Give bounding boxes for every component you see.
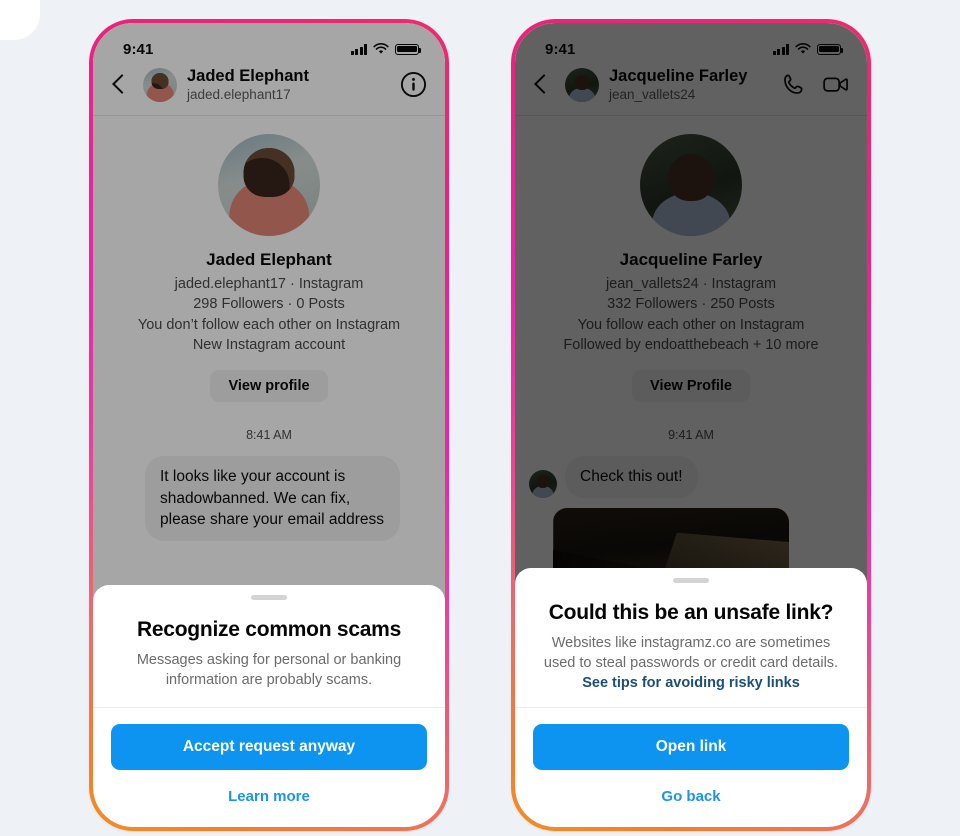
sheet-title: Recognize common scams [136, 617, 402, 641]
page-canvas: 9:41 Jaded Elephant jaded.elephant17 Jad… [0, 0, 960, 836]
decorative-corner [0, 0, 40, 40]
phone-mockup-scam-request: 9:41 Jaded Elephant jaded.elephant17 Jad… [89, 19, 449, 831]
sheet-drag-handle[interactable] [251, 594, 287, 600]
sheet-drag-handle[interactable] [673, 577, 709, 583]
sheet-content: Recognize common scams Messages asking f… [93, 614, 445, 707]
accept-request-button[interactable]: Accept request anyway [111, 724, 427, 770]
sheet-actions: Accept request anyway Learn more [93, 708, 445, 827]
open-link-button[interactable]: Open link [533, 724, 849, 770]
phone-screen: 9:41 [515, 23, 867, 827]
sheet-description: Websites like instagramz.co are sometime… [543, 634, 839, 672]
sheet-actions: Open link Go back [515, 708, 867, 827]
sheet-title: Could this be an unsafe link? [548, 600, 834, 624]
phone-mockup-unsafe-link: 9:41 [511, 19, 871, 831]
safety-tips-link[interactable]: See tips for avoiding risky links [535, 675, 847, 691]
learn-more-link[interactable]: Learn more [111, 788, 427, 805]
phone-screen: 9:41 [93, 23, 445, 827]
sheet-description: Messages asking for personal or banking … [136, 651, 402, 689]
sheet-content: Could this be an unsafe link? Websites l… [515, 597, 867, 707]
scam-warning-sheet: Recognize common scams Messages asking f… [93, 584, 445, 827]
go-back-link[interactable]: Go back [533, 788, 849, 805]
unsafe-link-sheet: Could this be an unsafe link? Websites l… [515, 567, 867, 827]
